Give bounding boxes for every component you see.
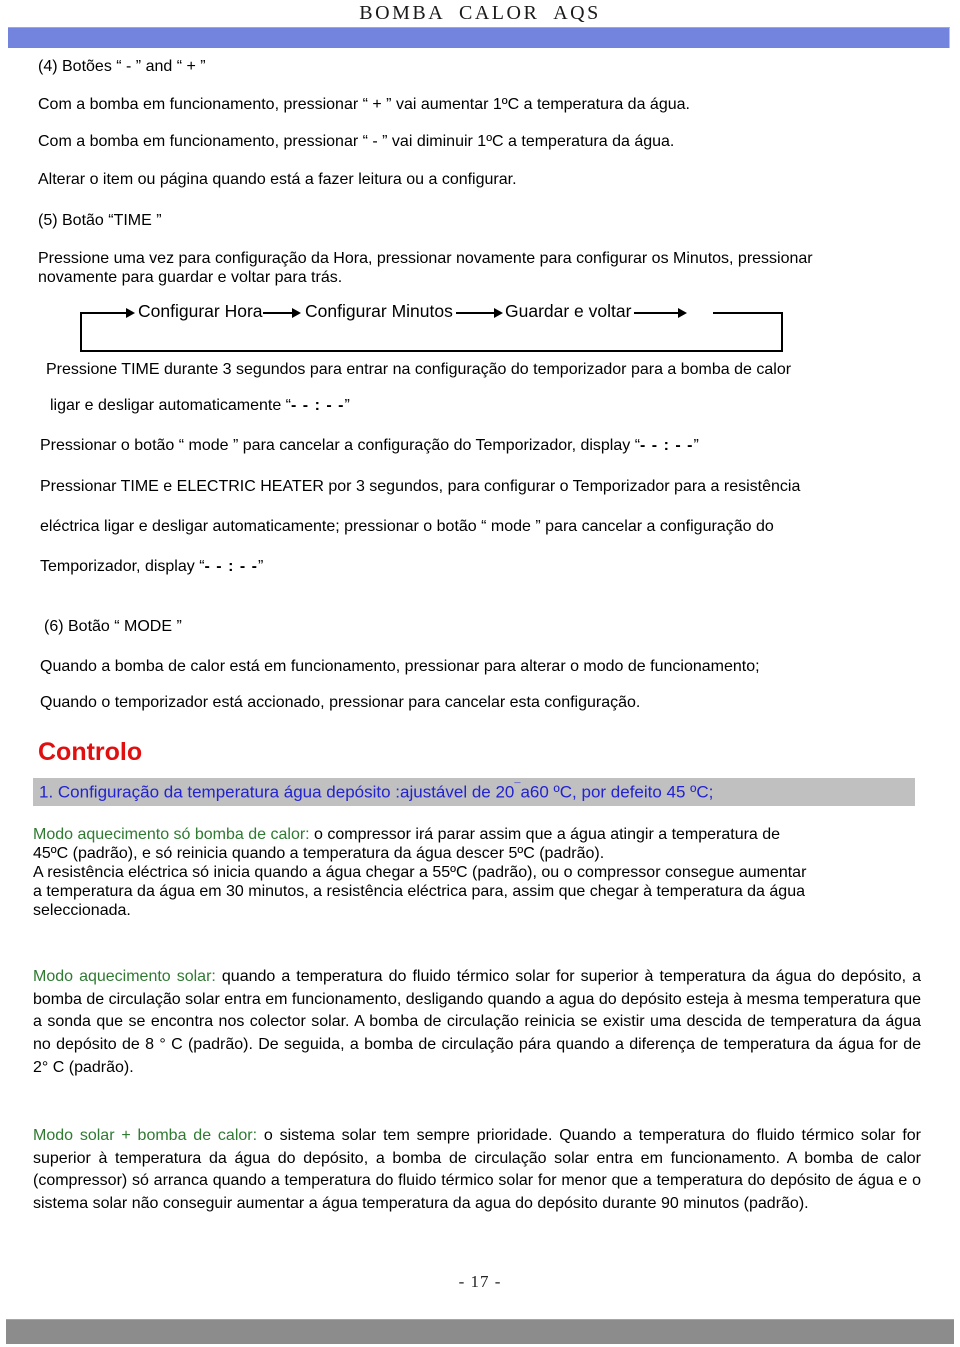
section-5-paragraph-5: eléctrica ligar e desligar automaticamen… xyxy=(40,518,774,535)
mode-solar-label: Modo aquecimento solar: xyxy=(33,968,216,985)
section-5-paragraph-2-tail: ” xyxy=(344,397,350,414)
flow-step-2-label: Configurar Minutos xyxy=(305,301,453,321)
document-header-title: BOMBA CALOR AQS xyxy=(359,2,601,24)
mode-solar-plus-heat-pump-label: Modo solar + bomba de calor: xyxy=(33,1127,258,1144)
flow-loop-bottom xyxy=(80,350,783,352)
flow-connector-1 xyxy=(263,312,295,314)
section-5-paragraph-6-tail: ” xyxy=(257,558,264,575)
section-5-intro: Pressione uma vez para configuração da H… xyxy=(38,250,813,286)
mode-heat-pump-only-label: Modo aquecimento só bomba de calor: xyxy=(33,826,310,843)
section-6-line-2: Quando o temporizador está accionado, pr… xyxy=(40,694,641,711)
mode-heat-pump-only-line-1: o compressor irá parar assim que a água … xyxy=(309,826,781,843)
flow-loop-right-segment xyxy=(781,312,783,352)
header-accent-bar xyxy=(8,27,950,48)
section-4-line-1: Com a bomba em funcionamento, pressionar… xyxy=(38,96,690,113)
flow-step-1-label: Configurar Hora xyxy=(138,301,263,321)
mode-solar-plus-heat-pump: Modo solar + bomba de calor: o sistema s… xyxy=(33,1125,921,1216)
section-6-line-1: Quando a bomba de calor está em funciona… xyxy=(40,658,760,675)
section-5-paragraph-1-text: Pressione TIME durante 3 segundos para e… xyxy=(46,361,792,378)
flow-return-top xyxy=(713,312,783,314)
flow-arrow-2-icon xyxy=(292,308,301,318)
mode-heat-pump-only: Modo aquecimento só bomba de calor: o co… xyxy=(33,826,931,920)
mode-heat-pump-only-line-5: seleccionada. xyxy=(33,901,131,919)
section-5-title: (5) Botão “TIME ” xyxy=(38,212,162,229)
display-placeholder-2: - - : - - xyxy=(640,437,694,454)
flow-connector-3 xyxy=(634,312,682,314)
section-5-paragraph-2: ligar e desligar automaticamente “- - : … xyxy=(50,397,940,415)
mode-heat-pump-only-line-4: a temperatura da água em 30 minutos, a r… xyxy=(33,882,805,900)
controlo-item-1-text: 1. Configuração da temperatura água depó… xyxy=(39,782,515,802)
section-5-paragraph-6-text: Temporizador, display “ xyxy=(40,558,205,575)
section-5-paragraph-2-text: ligar e desligar automaticamente “ xyxy=(50,397,292,414)
display-placeholder-1: - - : - - xyxy=(291,397,345,414)
flow-connector-2 xyxy=(456,312,498,314)
controlo-item-1-tail: a60 ºC, por defeito 45 ºC; xyxy=(520,782,714,802)
section-5-paragraph-4: Pressionar TIME e ELECTRIC HEATER por 3 … xyxy=(40,478,801,495)
section-4-line-2: Com a bomba em funcionamento, pressionar… xyxy=(38,133,675,150)
mode-heat-pump-only-line-2: 45ºC (padrão), e só reinicia quando a te… xyxy=(33,844,605,862)
time-button-flow-diagram: Configurar Hora Configurar Minutos Guard… xyxy=(78,300,786,356)
section-5-paragraph-3-tail: ” xyxy=(693,437,699,454)
display-placeholder-3: - - : - - xyxy=(204,558,258,575)
flow-arrow-1-icon xyxy=(126,308,135,318)
section-5-paragraph-3-text: Pressionar o botão “ mode ” para cancela… xyxy=(40,437,641,454)
controlo-heading: Controlo xyxy=(38,738,143,766)
mode-solar: Modo aquecimento solar: quando a tempera… xyxy=(33,966,921,1080)
section-5-paragraph-6: Temporizador, display “- - : - -” xyxy=(40,558,930,576)
document-page: BOMBA CALOR AQS (4) Botões “ - ” and “ +… xyxy=(0,0,960,1347)
footer-accent-bar xyxy=(6,1319,954,1344)
section-6-title: (6) Botão “ MODE ” xyxy=(44,618,182,635)
flow-arrow-4-icon xyxy=(678,308,687,318)
flow-arrow-3-icon xyxy=(494,308,503,318)
flow-entry-line xyxy=(80,312,128,314)
controlo-item-1: 1. Configuração da temperatura água depó… xyxy=(39,782,929,803)
mode-heat-pump-only-line-3: A resistência eléctrica só inicia quando… xyxy=(33,863,807,881)
section-5-paragraph-1: Pressione TIME durante 3 segundos para e… xyxy=(46,361,936,379)
section-4-title: (4) Botões “ - ” and “ + ” xyxy=(38,58,206,75)
flow-loop-left-segment xyxy=(80,312,82,352)
section-4-line-3: Alterar o item ou página quando está a f… xyxy=(38,171,517,188)
flow-step-3-label: Guardar e voltar xyxy=(505,301,632,321)
section-5-paragraph-3: Pressionar o botão “ mode ” para cancela… xyxy=(40,437,930,455)
page-number: - 17 - xyxy=(458,1272,502,1291)
